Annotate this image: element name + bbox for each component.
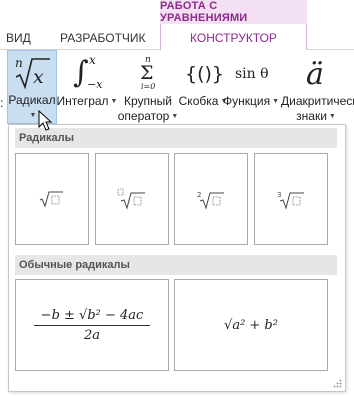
svg-text:{()}: {()}: [185, 63, 223, 85]
equation-tools-header: РАБОТА С УРАВНЕНИЯМИ: [160, 0, 307, 24]
quadratic-formula-tile[interactable]: −b ± √b² − 4ac 2a: [15, 279, 169, 371]
cube-root-icon: 3: [277, 191, 304, 210]
accent-label-1: Диакритически: [281, 93, 354, 108]
pythagorean-tile[interactable]: √a² + b²: [174, 279, 328, 371]
large-operator-label-1: Крупный: [124, 93, 172, 108]
large-operator-button[interactable]: n Σ i=0 Крупный оператор ▼: [117, 50, 179, 124]
ribbon-tab-bar: РАБОТА С УРАВНЕНИЯМИ ВИД РАЗРАБОТЧИК КОН…: [0, 0, 354, 50]
large-operator-label-2: оператор ▼: [117, 108, 179, 123]
quadratic-numerator: −b ± √b² − 4ac: [40, 307, 144, 323]
integral-label: Интеграл ▼: [56, 94, 118, 108]
tab-design[interactable]: КОНСТРУКТОР: [190, 31, 277, 45]
square-root-tile[interactable]: [15, 153, 89, 245]
svg-text:x: x: [89, 53, 96, 67]
cube-root-tile[interactable]: 3: [254, 153, 328, 245]
radical-icon: n x: [12, 51, 52, 93]
function-button[interactable]: sin θ Функция ▼: [223, 50, 280, 124]
svg-text:Σ: Σ: [140, 62, 153, 84]
integral-button[interactable]: ∫ x −x Интеграл ▼: [56, 50, 118, 124]
section-common-radicals-header: Обычные радикалы: [15, 255, 337, 275]
sigma-icon: n Σ i=0: [133, 50, 163, 94]
tab-developer[interactable]: РАЗРАБОТЧИК: [60, 31, 146, 45]
square-root-degree-icon: 2: [197, 191, 224, 210]
integral-icon: ∫ x −x: [69, 50, 105, 94]
radical-button[interactable]: n x Радикал ▼: [7, 50, 57, 124]
svg-text:x: x: [33, 66, 44, 88]
svg-text:ä: ä: [306, 57, 324, 92]
nth-root-icon: [117, 188, 145, 210]
radical-dropdown-arrow: ▼: [29, 112, 37, 119]
svg-text:2: 2: [197, 191, 201, 199]
quadratic-denominator: 2a: [83, 327, 101, 343]
tab-view[interactable]: ВИД: [6, 31, 31, 45]
square-root-degree-tile[interactable]: 2: [174, 153, 248, 245]
svg-text:−x: −x: [87, 78, 103, 91]
nth-root-tile[interactable]: [95, 153, 169, 245]
accent-label-2: знаки ▼: [296, 108, 336, 123]
ribbon-edge-fragment: :: [0, 96, 4, 110]
resize-grip-icon[interactable]: [333, 379, 342, 388]
accent-button[interactable]: ä Диакритически знаки▼: [278, 50, 354, 124]
function-label: Функция ▼: [223, 94, 280, 108]
svg-text:sin θ: sin θ: [235, 66, 269, 82]
ribbon-structures-group: : n x Радикал ▼ ∫ x −x Интеграл ▼ n Σ i=…: [0, 50, 354, 124]
section-radicals-header: Радикалы: [15, 128, 337, 148]
svg-text:3: 3: [277, 191, 281, 199]
pythagorean-formula: √a² + b²: [224, 317, 278, 333]
function-icon: sin θ: [231, 50, 271, 94]
svg-text:i=0: i=0: [141, 82, 155, 91]
svg-text:n: n: [15, 56, 23, 70]
bracket-button[interactable]: {()} Скобка ▼: [178, 50, 228, 124]
square-root-icon: [39, 191, 63, 208]
fraction-bar: [34, 324, 150, 326]
bracket-label: Скобка ▼: [178, 94, 228, 108]
bracket-icon: {()}: [183, 50, 223, 94]
radical-gallery-panel: Радикалы 2 3 Обычные радикалы −b ± √b² −…: [8, 124, 346, 392]
accent-icon: ä: [278, 50, 354, 94]
radical-label: Радикал: [8, 92, 56, 107]
